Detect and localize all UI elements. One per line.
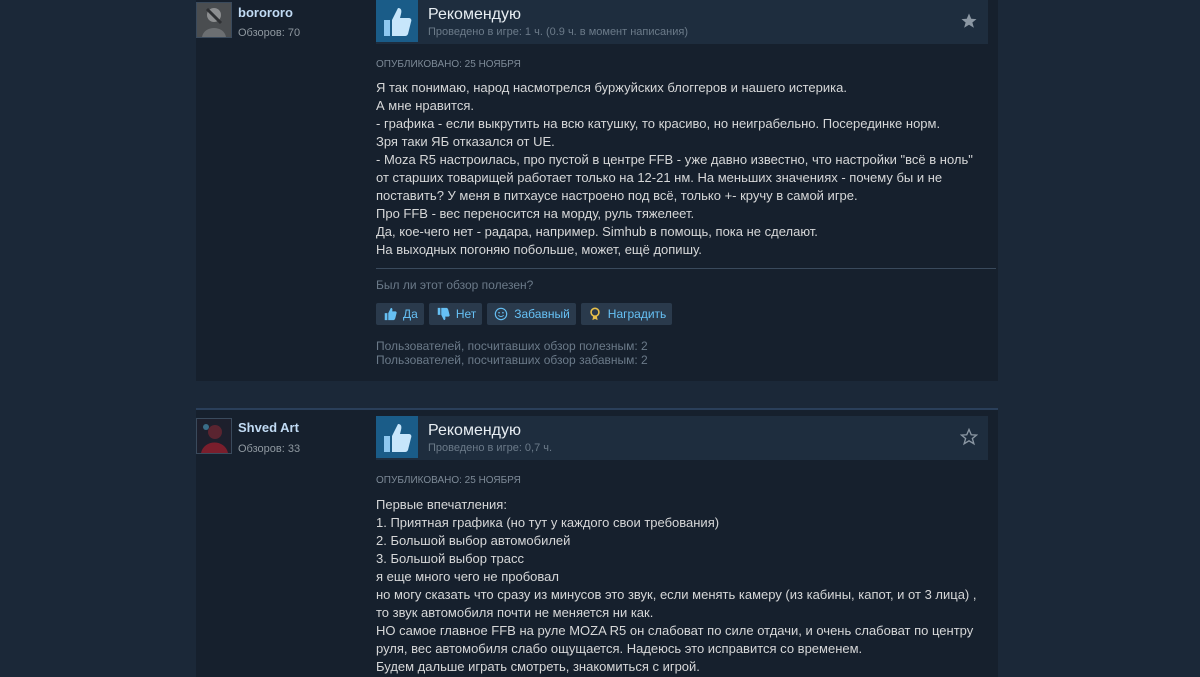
review-line: А мне нравится. bbox=[376, 98, 475, 113]
review-line: но могу сказать что сразу из минусов это… bbox=[376, 587, 977, 620]
review-line: НО самое главное FFB на руле MOZA R5 он … bbox=[376, 623, 974, 656]
author-name[interactable]: borororo bbox=[238, 5, 293, 20]
review-stats: Пользователей, посчитавших обзор полезны… bbox=[376, 339, 648, 367]
review-text: Я так понимаю, народ насмотрелся буржуйс… bbox=[376, 79, 988, 259]
playtime: Проведено в игре: 0,7 ч. bbox=[428, 442, 553, 454]
author-name[interactable]: Shved Art bbox=[238, 420, 299, 435]
review-line: Я так понимаю, народ насмотрелся буржуйс… bbox=[376, 80, 847, 95]
playtime: Проведено в игре: 1 ч. (0.9 ч. в момент … bbox=[428, 26, 688, 38]
award-icon bbox=[587, 306, 603, 322]
review-card: Shved Art Обзоров: 33 Рекомендую Проведе… bbox=[196, 408, 998, 677]
author-review-count[interactable]: Обзоров: 70 bbox=[238, 27, 300, 39]
thumbs-up-icon bbox=[376, 416, 418, 458]
vote-funny-button[interactable]: Забавный bbox=[487, 303, 576, 325]
smiley-icon bbox=[493, 306, 509, 322]
divider bbox=[376, 268, 996, 269]
recommendation-title[interactable]: Рекомендую bbox=[428, 422, 521, 440]
vote-no-label: Нет bbox=[455, 307, 477, 321]
posted-date: ОПУБЛИКОВАНО: 25 НОЯБРЯ bbox=[376, 59, 521, 70]
star-icon[interactable] bbox=[960, 12, 978, 30]
page-gutter-left bbox=[0, 0, 196, 675]
posted-date: ОПУБЛИКОВАНО: 25 НОЯБРЯ bbox=[376, 475, 521, 486]
review-line: Да, кое-чего нет - радара, например. Sim… bbox=[376, 224, 818, 239]
review-line: На выходных погоняю побольше, может, ещё… bbox=[376, 242, 702, 257]
vote-funny-label: Забавный bbox=[514, 307, 570, 321]
review-line: Будем дальше играть смотреть, знакомитьс… bbox=[376, 659, 700, 674]
award-button[interactable]: Наградить bbox=[580, 303, 673, 325]
page-gutter-right bbox=[998, 0, 1200, 675]
review-line: 1. Приятная графика (но тут у каждого св… bbox=[376, 515, 720, 530]
review-text: Первые впечатления: 1. Приятная графика … bbox=[376, 496, 988, 676]
recommendation-title[interactable]: Рекомендую bbox=[428, 6, 521, 24]
star-outline-icon[interactable] bbox=[959, 427, 979, 446]
vote-buttons: Да Нет Забавный Наградить bbox=[376, 303, 673, 325]
review-line: 2. Большой выбор автомобилей bbox=[376, 533, 571, 548]
thumbs-up-icon bbox=[376, 0, 418, 42]
vote-header: Рекомендую Проведено в игре: 1 ч. (0.9 ч… bbox=[376, 0, 988, 44]
helpful-question: Был ли этот обзор полезен? bbox=[376, 278, 534, 292]
review-line: Первые впечатления: bbox=[376, 497, 507, 512]
vote-no-button[interactable]: Нет bbox=[428, 303, 483, 325]
review-line: Зря таки ЯБ отказался от UE. bbox=[376, 134, 555, 149]
vote-yes-button[interactable]: Да bbox=[376, 303, 424, 325]
helpful-count: Пользователей, посчитавших обзор полезны… bbox=[376, 339, 648, 353]
avatar[interactable] bbox=[196, 2, 232, 38]
award-label: Наградить bbox=[607, 307, 667, 321]
review-line: - Moza R5 настроилась, про пустой в цент… bbox=[376, 152, 973, 203]
vote-header: Рекомендую Проведено в игре: 0,7 ч. bbox=[376, 416, 988, 460]
avatar[interactable] bbox=[196, 418, 232, 454]
review-line: - графика - если выкрутить на всю катушк… bbox=[376, 116, 941, 131]
vote-yes-label: Да bbox=[403, 307, 418, 321]
thumbs-up-icon bbox=[382, 306, 398, 322]
funny-count: Пользователей, посчитавших обзор забавны… bbox=[376, 353, 648, 367]
review-line: Про FFB - вес переносится на морду, руль… bbox=[376, 206, 695, 221]
review-line: 3. Большой выбор трасс bbox=[376, 551, 525, 566]
author-review-count[interactable]: Обзоров: 33 bbox=[238, 443, 300, 455]
review-line: я еще много чего не пробовал bbox=[376, 569, 559, 584]
review-card: borororo Обзоров: 70 Рекомендую Проведен… bbox=[196, 0, 998, 381]
thumbs-down-icon bbox=[435, 306, 451, 322]
